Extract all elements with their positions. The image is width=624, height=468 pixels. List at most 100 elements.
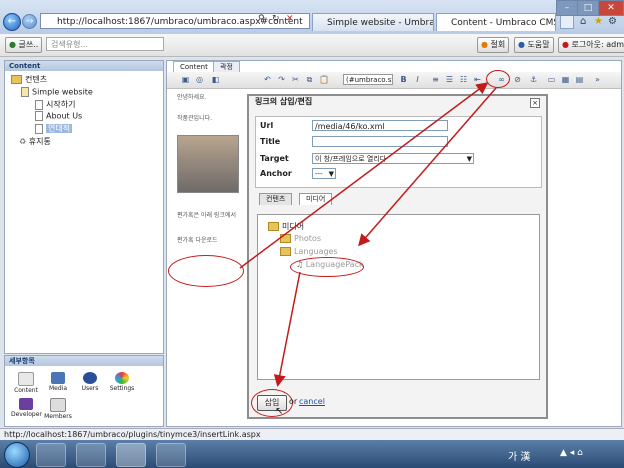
refresh-icon[interactable]: ↻ bbox=[272, 14, 280, 24]
start-button[interactable] bbox=[4, 442, 30, 468]
tree-item-simple-website[interactable]: Simple website bbox=[21, 87, 93, 97]
url-input[interactable]: /media/46/ko.xml bbox=[312, 120, 448, 131]
tab-dialog-content[interactable]: 컨텐츠 bbox=[259, 193, 293, 205]
developer-icon bbox=[19, 398, 33, 410]
home-icon[interactable]: ⌂ bbox=[580, 16, 586, 27]
save-publish-icon[interactable]: ◎ bbox=[195, 75, 204, 84]
macro-icon[interactable]: ▦ bbox=[561, 75, 570, 84]
browser-tab-simple-website[interactable]: Simple website - Umbraco C... bbox=[312, 13, 434, 31]
search-input[interactable]: 검색유형... bbox=[46, 37, 164, 51]
tree-item-about[interactable]: About Us bbox=[35, 111, 82, 121]
content-line: 작품관입니다. bbox=[177, 115, 213, 122]
or-text: or bbox=[289, 397, 298, 406]
forward-button[interactable]: → bbox=[22, 14, 37, 29]
save-icon[interactable]: ▣ bbox=[181, 75, 190, 84]
members-icon bbox=[50, 398, 66, 412]
section-media[interactable]: Media bbox=[43, 372, 73, 392]
create-icon: ● bbox=[9, 40, 16, 49]
copy-icon[interactable]: ⧉ bbox=[305, 75, 314, 84]
document-icon bbox=[21, 87, 29, 97]
link-form: Url /media/46/ko.xml Title Target 이 창/프레… bbox=[255, 116, 542, 188]
create-button[interactable]: ● 글쓰.. bbox=[5, 37, 43, 53]
section-members[interactable]: Members bbox=[43, 398, 73, 420]
help-button[interactable]: ● 절회 bbox=[477, 37, 510, 53]
new-tab-button[interactable] bbox=[560, 15, 574, 29]
tab-properties[interactable]: 곽정 bbox=[213, 61, 240, 72]
tray-icons[interactable]: ▲ ◂ ⌂ bbox=[560, 448, 583, 458]
taskbar-explorer[interactable] bbox=[36, 443, 66, 467]
maximize-button[interactable]: □ bbox=[577, 0, 599, 16]
italic-icon[interactable]: I bbox=[413, 75, 422, 84]
paste-icon[interactable]: 📋 bbox=[319, 75, 329, 84]
chevron-down-icon: ▼ bbox=[328, 170, 334, 178]
address-bar[interactable]: http://localhost:1867/umbraco/umbraco.as… bbox=[40, 13, 310, 29]
content-line: 편가혹은 아래 링크에서 bbox=[177, 212, 237, 219]
tree-root[interactable]: 컨텐츠 bbox=[11, 74, 47, 85]
numbered-list-icon[interactable]: ☷ bbox=[459, 75, 468, 84]
url-label: Url bbox=[260, 121, 274, 130]
tree-header: Content bbox=[5, 61, 163, 71]
taskbar-ie[interactable] bbox=[116, 443, 146, 467]
tab-dialog-media[interactable]: 미디어 bbox=[299, 193, 333, 205]
ime-indicator[interactable]: 가 漢 bbox=[508, 448, 530, 463]
cut-icon[interactable]: ✂ bbox=[291, 75, 300, 84]
content-line: 편가혹 다운로드 bbox=[177, 237, 218, 244]
section-developer[interactable]: Developer bbox=[11, 398, 42, 418]
section-users[interactable]: Users bbox=[75, 372, 105, 392]
section-label: Content bbox=[14, 387, 38, 394]
bullet-list-icon[interactable]: ☰ bbox=[445, 75, 454, 84]
favorites-icon[interactable]: ★ bbox=[594, 16, 603, 27]
section-content[interactable]: Content bbox=[11, 372, 41, 394]
logout-button[interactable]: ● 로그아웃: admin bbox=[558, 37, 624, 53]
tree-recycle-label: 휴지통 bbox=[28, 137, 51, 146]
section-settings[interactable]: Settings bbox=[107, 372, 137, 392]
unlink-icon[interactable]: ⊘ bbox=[513, 75, 522, 84]
editor-content[interactable]: 안녕하세요. 작품관입니다. 편가혹은 아래 링크에서 편가혹 다운로드 bbox=[177, 93, 247, 245]
anchor-select[interactable]: --- ▼ bbox=[312, 168, 336, 179]
cancel-link[interactable]: cancel bbox=[299, 397, 325, 406]
tree-item-recycle[interactable]: ♻ 휴지통 bbox=[19, 136, 51, 147]
browser-tab-content[interactable]: Content - Umbraco CMS - ... bbox=[436, 13, 556, 31]
style-dropdown[interactable]: (#umbraco.st bbox=[343, 74, 393, 85]
anchor-label: Anchor bbox=[260, 169, 292, 178]
anchor-icon[interactable]: ⚓ bbox=[529, 75, 538, 84]
manual-label: 도움말 bbox=[527, 40, 550, 49]
image-icon[interactable]: ▭ bbox=[547, 75, 556, 84]
back-button[interactable]: ← bbox=[3, 13, 21, 31]
title-label: Title bbox=[260, 137, 281, 146]
redo-icon[interactable]: ↷ bbox=[277, 75, 286, 84]
outdent-icon[interactable]: ⇤ bbox=[473, 75, 482, 84]
tree-item-label: About Us bbox=[46, 111, 83, 121]
section-label: Settings bbox=[109, 385, 135, 392]
preview-icon[interactable]: ◧ bbox=[211, 75, 220, 84]
taskbar-app[interactable] bbox=[76, 443, 106, 467]
umbraco-toolbar: ● 글쓰.. 검색유형... ● 절회 ● 도움말 ● 로그아웃: admin bbox=[0, 34, 624, 57]
annotation-circle bbox=[290, 257, 364, 277]
title-input[interactable] bbox=[312, 136, 448, 147]
annotation-circle bbox=[486, 70, 510, 88]
close-window-button[interactable]: ✕ bbox=[598, 0, 624, 16]
media-root[interactable]: 미디어 bbox=[268, 221, 304, 232]
tree-item-selected[interactable]: 연대적 bbox=[35, 123, 73, 134]
undo-icon[interactable]: ↶ bbox=[263, 75, 272, 84]
media-folder-photos[interactable]: Photos bbox=[280, 234, 321, 243]
minimize-button[interactable]: – bbox=[556, 0, 578, 16]
close-icon[interactable]: × bbox=[530, 98, 540, 108]
tools-icon[interactable]: ⚙ bbox=[608, 16, 617, 27]
content-line: 안녕하세요. bbox=[177, 94, 207, 101]
section-label: Users bbox=[81, 385, 99, 392]
more-icon[interactable]: » bbox=[593, 75, 602, 84]
taskbar: 가 漢 ▲ ◂ ⌂ bbox=[0, 440, 624, 468]
manual-button[interactable]: ● 도움말 bbox=[514, 37, 554, 53]
bold-icon[interactable]: B bbox=[399, 75, 408, 84]
target-select[interactable]: 이 창/프레임으로 열리다 ▼ bbox=[312, 153, 474, 164]
tab-content[interactable]: Content bbox=[173, 61, 215, 72]
align-left-icon[interactable]: ≡ bbox=[431, 75, 440, 84]
table-icon[interactable]: ▤ bbox=[575, 75, 584, 84]
media-folder-languages[interactable]: Languages bbox=[280, 247, 338, 256]
taskbar-vs[interactable] bbox=[156, 443, 186, 467]
tree-item-start[interactable]: 시작하기 bbox=[35, 99, 75, 110]
settings-icon bbox=[115, 372, 129, 384]
stop-icon[interactable]: ✕ bbox=[286, 14, 294, 24]
search-icon[interactable]: ⚲ bbox=[258, 14, 265, 24]
